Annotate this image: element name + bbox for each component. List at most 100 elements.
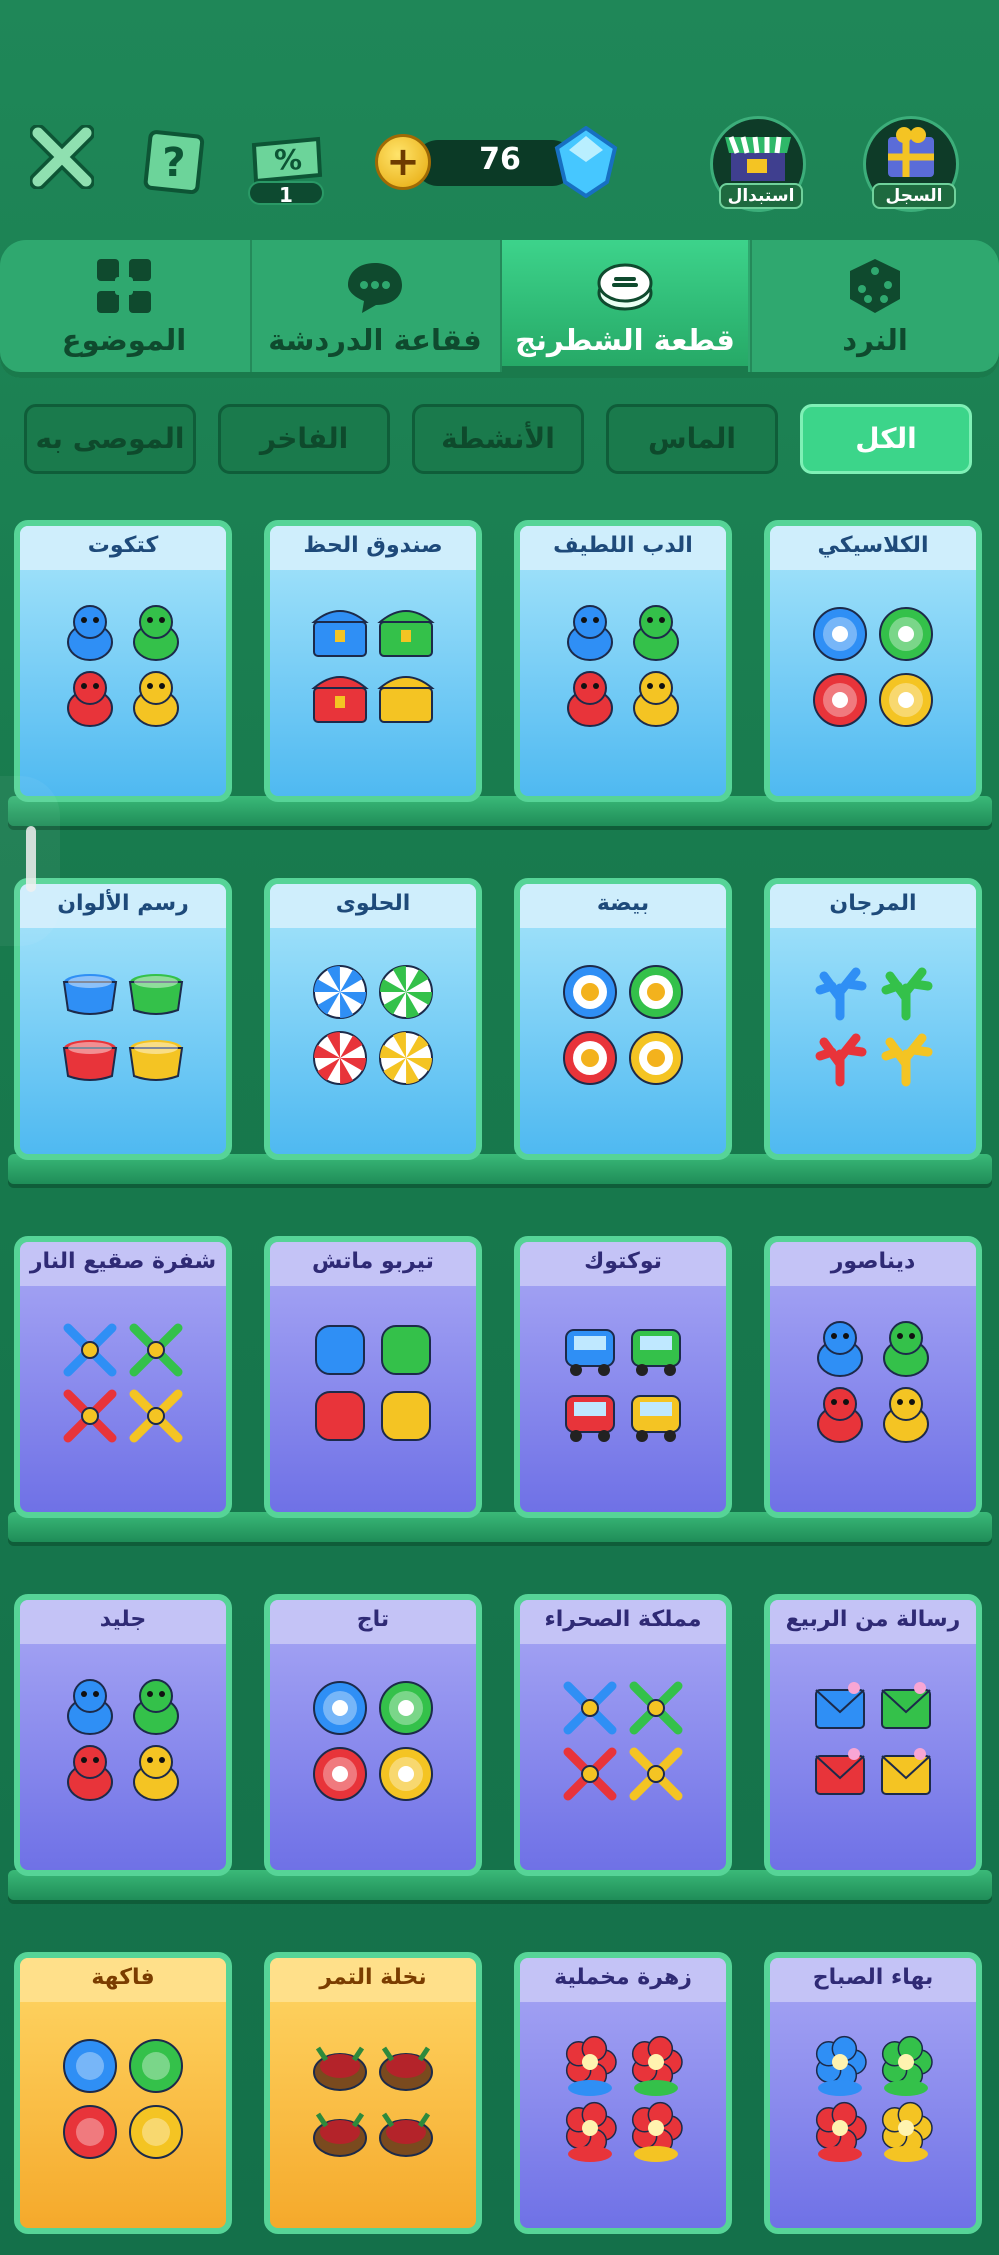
piece-card[interactable]: فاكهة bbox=[14, 1952, 232, 2234]
crown-pieces-icon bbox=[313, 1681, 433, 1801]
piece-yellow bbox=[629, 1031, 683, 1085]
piece-green bbox=[381, 1325, 431, 1375]
tab-label: النرد bbox=[842, 323, 908, 357]
exchange-store-button[interactable]: استبدال bbox=[710, 116, 806, 212]
piece-yellow bbox=[881, 1033, 933, 1087]
piece-blue bbox=[63, 1323, 117, 1377]
piece-red bbox=[565, 1395, 615, 1442]
piece-red bbox=[313, 1031, 367, 1085]
piece-title: الكلاسيكي bbox=[770, 526, 976, 570]
piece-title: تيربو ماتش bbox=[270, 1242, 476, 1286]
piece-green bbox=[883, 1321, 929, 1377]
voucher-count: 1 bbox=[248, 181, 324, 207]
piece-green bbox=[629, 965, 683, 1019]
filter-activities[interactable]: الأنشطة bbox=[412, 404, 584, 474]
piece-card[interactable]: زهرة مخملية bbox=[514, 1952, 732, 2234]
tab-label: الموضوع bbox=[61, 323, 187, 357]
piece-yellow bbox=[133, 1745, 179, 1801]
piece-yellow bbox=[631, 1395, 681, 1442]
piece-yellow bbox=[881, 1748, 931, 1795]
piece-red bbox=[563, 1031, 617, 1085]
piece-title: جليد bbox=[20, 1600, 226, 1644]
piece-yellow bbox=[631, 2101, 683, 2162]
help-button[interactable]: ? bbox=[140, 128, 206, 195]
piece-blue bbox=[67, 605, 113, 661]
piece-blue bbox=[313, 965, 367, 1019]
piece-title: شفرة صقيع النار bbox=[20, 1242, 226, 1286]
piece-blue bbox=[315, 1325, 365, 1375]
piece-yellow bbox=[629, 1747, 683, 1801]
discount-voucher-button[interactable]: % 1 bbox=[248, 133, 324, 209]
filter-recommended[interactable]: الموصى به bbox=[24, 404, 196, 474]
piece-card[interactable]: ديناصور bbox=[764, 1236, 982, 1518]
piece-green bbox=[129, 2039, 183, 2093]
tab-chat-bubble[interactable]: فقاعة الدردشة bbox=[250, 240, 498, 372]
filter-diamond[interactable]: الماس bbox=[606, 404, 778, 474]
svg-text:?: ? bbox=[162, 140, 185, 186]
piece-card[interactable]: تيربو ماتش bbox=[264, 1236, 482, 1518]
piece-green bbox=[881, 1682, 931, 1729]
piece-title: المرجان bbox=[770, 884, 976, 928]
tab-theme[interactable]: الموضوع bbox=[0, 240, 248, 372]
piece-green bbox=[629, 1681, 683, 1735]
piece-title: فاكهة bbox=[20, 1958, 226, 2002]
piece-green bbox=[633, 605, 679, 661]
piece-title: رسالة من الربيع bbox=[770, 1600, 976, 1644]
category-tabs: الموضوع فقاعة الدردشة قطعة الشطرنج النرد bbox=[0, 240, 999, 378]
piece-card[interactable]: جليد bbox=[14, 1594, 232, 1876]
piece-yellow bbox=[379, 1747, 433, 1801]
piece-green bbox=[379, 965, 433, 1019]
filter-luxury[interactable]: الفاخر bbox=[218, 404, 390, 474]
piece-card[interactable]: رسالة من الربيع bbox=[764, 1594, 982, 1876]
scroll-handle[interactable] bbox=[26, 826, 36, 892]
piece-red bbox=[311, 676, 369, 723]
add-coins-icon[interactable]: + bbox=[375, 134, 431, 190]
close-button[interactable] bbox=[29, 124, 95, 190]
piece-green bbox=[631, 2035, 683, 2096]
piece-card[interactable]: كتكوت bbox=[14, 520, 232, 802]
piece-blue bbox=[565, 2035, 617, 2096]
filter-all[interactable]: الكل bbox=[800, 404, 972, 474]
piece-yellow bbox=[133, 671, 179, 727]
classic-pieces-icon bbox=[813, 607, 933, 727]
record-button[interactable]: السجل bbox=[863, 116, 959, 212]
piece-card[interactable]: بهاء الصباح bbox=[764, 1952, 982, 2234]
piece-blue bbox=[815, 1682, 865, 1729]
tab-dice[interactable]: النرد bbox=[750, 240, 998, 372]
piece-yellow bbox=[379, 1031, 433, 1085]
dates-pieces-icon bbox=[313, 2046, 433, 2157]
piece-blue bbox=[815, 967, 867, 1021]
coral-pieces-icon bbox=[815, 967, 933, 1087]
coin-balance[interactable]: + 76 bbox=[375, 126, 618, 198]
piece-card[interactable]: الحلوى bbox=[264, 878, 482, 1160]
coin-amount: 76 bbox=[479, 142, 521, 177]
piece-card[interactable]: شفرة صقيع النار bbox=[14, 1236, 232, 1518]
close-icon bbox=[29, 124, 95, 190]
piece-yellow bbox=[881, 2101, 933, 2162]
piece-card[interactable]: الكلاسيكي bbox=[764, 520, 982, 802]
candy-pieces-icon bbox=[313, 965, 433, 1085]
egg-pieces-icon bbox=[563, 965, 683, 1085]
piece-card[interactable]: نخلة التمر bbox=[264, 1952, 482, 2234]
piece-title: بيضة bbox=[520, 884, 726, 928]
piece-title: تاج bbox=[270, 1600, 476, 1644]
piece-card[interactable]: صندوق الحظ bbox=[264, 520, 482, 802]
piece-card[interactable]: بيضة bbox=[514, 878, 732, 1160]
piece-card[interactable]: الدب اللطيف bbox=[514, 520, 732, 802]
piece-card[interactable]: تاج bbox=[264, 1594, 482, 1876]
piece-title: الدب اللطيف bbox=[520, 526, 726, 570]
snowman-pieces-icon bbox=[67, 1679, 179, 1801]
piece-card[interactable]: مملكة الصحراء bbox=[514, 1594, 732, 1876]
piece-card[interactable]: توكتوك bbox=[514, 1236, 732, 1518]
piece-green bbox=[881, 967, 933, 1021]
tab-chess-piece[interactable]: قطعة الشطرنج bbox=[500, 240, 748, 372]
piece-yellow bbox=[128, 1040, 184, 1081]
match-pieces-icon bbox=[315, 1325, 431, 1441]
piece-green bbox=[133, 605, 179, 661]
piece-yellow bbox=[129, 2105, 183, 2159]
piece-title: مملكة الصحراء bbox=[520, 1600, 726, 1644]
piece-card[interactable]: المرجان bbox=[764, 878, 982, 1160]
piece-blue bbox=[817, 1321, 863, 1377]
dino-pieces-icon bbox=[817, 1321, 929, 1443]
piece-blue bbox=[565, 1329, 615, 1376]
